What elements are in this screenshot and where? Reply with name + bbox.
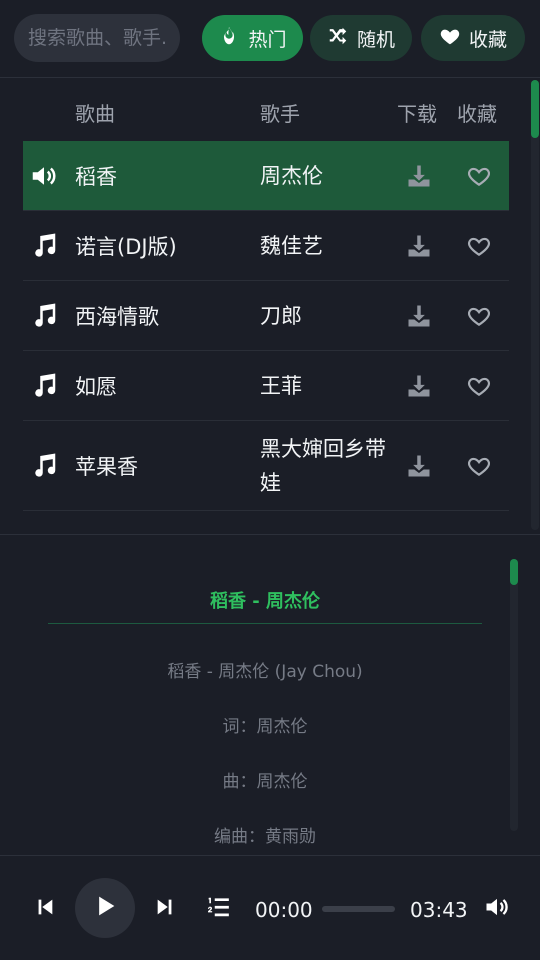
lyrics-line: 词：周杰伦 (222, 717, 308, 737)
music-note-icon (29, 231, 59, 261)
download-icon[interactable] (405, 452, 433, 480)
lyrics-panel: 稻香 - 周杰伦 稻香 - 周杰伦 (Jay Chou) 词：周杰伦 曲：周杰伦… (0, 534, 540, 854)
song-title: 诺言(DJ版) (75, 235, 177, 259)
song-row[interactable]: 西海情歌 刀郎 (23, 281, 509, 351)
song-artist: 刀郎 (260, 304, 302, 328)
skip-next-icon (154, 896, 176, 922)
play-icon (91, 892, 119, 924)
music-note-icon (29, 451, 59, 481)
player-bar: 00:00 03:43 (0, 855, 540, 960)
song-column-header: 歌曲 (75, 102, 115, 126)
previous-button[interactable] (30, 894, 60, 924)
download-column-header: 下载 (397, 102, 437, 126)
download-icon[interactable] (405, 162, 433, 190)
playlist-order-icon (205, 894, 231, 924)
speaker-playing-icon (29, 161, 59, 191)
lyrics-scrollbar[interactable] (510, 559, 518, 585)
song-table-header: 歌曲 歌手 下载 收藏 (0, 80, 530, 140)
heart-icon (439, 25, 461, 52)
song-title: 稻香 (75, 165, 117, 189)
song-row[interactable]: 稻香 周杰伦 (23, 141, 509, 211)
song-title: 苹果香 (75, 455, 138, 479)
music-note-icon (29, 301, 59, 331)
favorite-heart-icon[interactable] (466, 163, 492, 189)
duration-time: 03:43 (410, 898, 468, 922)
favorites-filter-button[interactable]: 收藏 (421, 15, 525, 61)
song-artist: 魏佳艺 (260, 234, 323, 258)
shuffle-filter-button[interactable]: 随机 (310, 15, 412, 61)
song-row[interactable]: 诺言(DJ版) 魏佳艺 (23, 211, 509, 281)
current-time: 00:00 (255, 898, 313, 922)
song-list-scrollbar[interactable] (531, 80, 539, 138)
favorite-heart-icon[interactable] (466, 373, 492, 399)
song-row[interactable]: 如愿 王菲 (23, 351, 509, 421)
song-artist: 王菲 (260, 374, 302, 398)
song-row[interactable]: 苹果香 黑大婶回乡带娃 (23, 421, 509, 511)
shuffle-filter-label: 随机 (356, 28, 395, 51)
lyrics-line: 稻香 - 周杰伦 (Jay Chou) (167, 662, 363, 682)
song-title: 西海情歌 (75, 305, 159, 329)
song-list-scroll-track (531, 80, 539, 530)
search-input[interactable] (14, 14, 180, 62)
favorite-heart-icon[interactable] (466, 453, 492, 479)
lyrics-title: 稻香 - 周杰伦 (48, 587, 482, 624)
shuffle-icon (327, 25, 349, 52)
favorites-filter-label: 收藏 (468, 28, 507, 51)
song-title: 如愿 (75, 375, 117, 399)
artist-column-header: 歌手 (260, 102, 300, 126)
volume-button[interactable] (482, 894, 512, 924)
lyrics-line: 编曲：黄雨勋 (214, 827, 316, 847)
music-note-icon (29, 371, 59, 401)
top-bar: 热门 随机 收藏 (0, 0, 540, 78)
song-artist: 周杰伦 (260, 164, 323, 188)
favorite-heart-icon[interactable] (466, 233, 492, 259)
hot-filter-button[interactable]: 热门 (202, 15, 303, 61)
playlist-button[interactable] (203, 894, 233, 924)
skip-previous-icon (34, 896, 56, 922)
next-button[interactable] (150, 894, 180, 924)
lyrics-line: 曲：周杰伦 (222, 772, 308, 792)
song-artist: 黑大婶回乡带娃 (260, 437, 386, 495)
favorite-column-header: 收藏 (457, 102, 497, 126)
progress-bar[interactable] (322, 906, 395, 912)
hot-filter-label: 热门 (248, 28, 287, 51)
download-icon[interactable] (405, 232, 433, 260)
download-icon[interactable] (405, 302, 433, 330)
fire-icon (218, 25, 240, 52)
play-button[interactable] (75, 878, 135, 938)
lyrics-scroll-track (510, 559, 518, 831)
favorite-heart-icon[interactable] (466, 303, 492, 329)
download-icon[interactable] (405, 372, 433, 400)
volume-icon (483, 893, 511, 925)
